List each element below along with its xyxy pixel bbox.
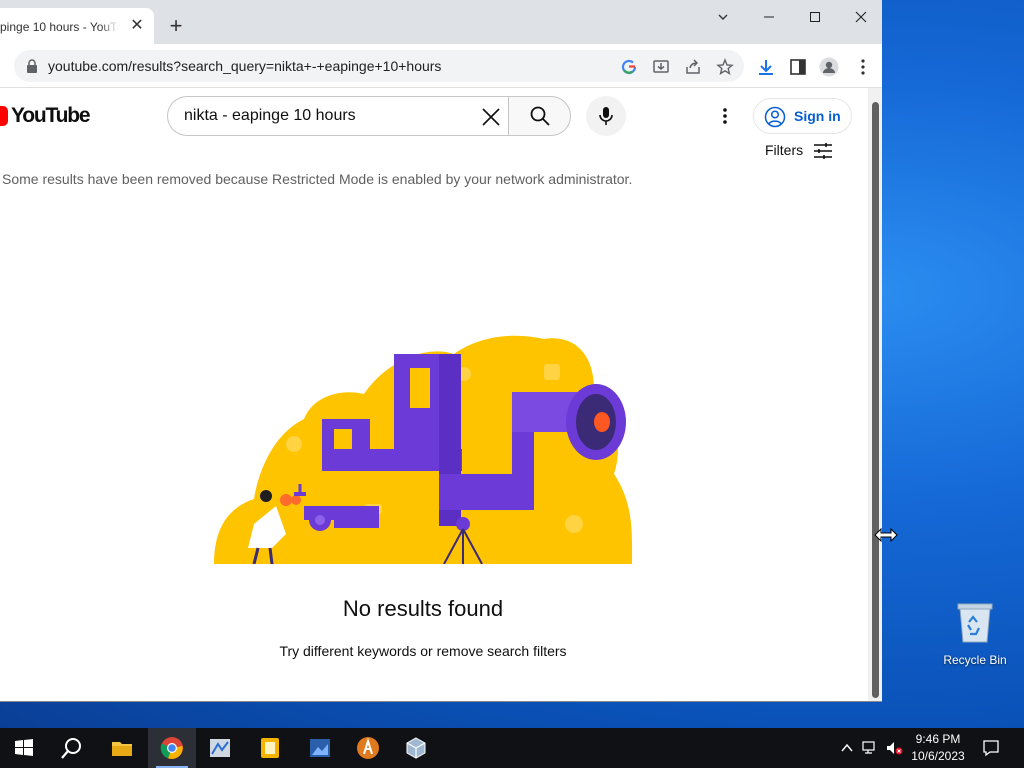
clock-time: 9:46 PM xyxy=(915,732,961,746)
resize-cursor-icon xyxy=(874,528,898,542)
taskbar: 9:46 PM 10/6/2023 xyxy=(0,728,1024,768)
account-circle-icon xyxy=(764,106,786,128)
start-button[interactable] xyxy=(0,728,48,768)
minimize-icon xyxy=(764,16,774,18)
filters-icon[interactable] xyxy=(812,140,834,162)
search-query: nikta - eapinge 10 hours xyxy=(184,107,356,124)
taskbar-app-3[interactable] xyxy=(246,728,294,768)
install-app-icon[interactable] xyxy=(652,58,670,76)
maximize-button[interactable] xyxy=(800,6,830,30)
close-tab-icon[interactable]: ✕ xyxy=(128,17,146,35)
downloads-icon[interactable] xyxy=(756,57,776,77)
address-url: youtube.com/results?search_query=nikta+-… xyxy=(48,58,442,74)
clock-date: 10/6/2023 xyxy=(911,749,965,763)
no-results-title: No results found xyxy=(342,596,504,621)
restricted-mode-notice: Some results have been removed because R… xyxy=(2,171,633,187)
no-results-illustration xyxy=(214,335,633,564)
network-icon[interactable] xyxy=(862,740,880,756)
taskbar-app-6[interactable] xyxy=(392,728,440,768)
tab-strip: pinge 10 hours - YouTube ✕ + xyxy=(0,0,882,44)
taskbar-app-4[interactable] xyxy=(296,728,344,768)
chrome-icon xyxy=(160,737,183,759)
close-window-button[interactable] xyxy=(846,6,876,30)
browser-window: pinge 10 hours - YouTube ✕ + youtube.com… xyxy=(0,0,882,702)
tab-title: pinge 10 hours - YouTube xyxy=(0,20,118,34)
youtube-page: YouTube nikta - eapinge 10 hours Sign in… xyxy=(0,88,866,701)
maximize-icon xyxy=(810,12,820,22)
show-hidden-icons-icon[interactable] xyxy=(840,741,854,755)
bookmark-star-icon[interactable] xyxy=(716,58,734,76)
profile-icon[interactable] xyxy=(819,57,839,77)
taskbar-clock[interactable]: 9:46 PM 10/6/2023 xyxy=(906,731,970,765)
youtube-logo-text: YouTube xyxy=(11,104,91,127)
minimize-button[interactable] xyxy=(754,6,784,30)
app-icon xyxy=(357,737,379,759)
voice-search-button[interactable] xyxy=(586,96,626,136)
youtube-play-icon xyxy=(0,106,8,126)
sign-in-button[interactable]: Sign in xyxy=(753,98,852,134)
taskbar-search-button[interactable] xyxy=(48,728,96,768)
search-button[interactable] xyxy=(508,96,571,136)
taskbar-app-5[interactable] xyxy=(344,728,392,768)
volume-muted-icon[interactable] xyxy=(885,740,903,756)
search-icon xyxy=(530,106,550,126)
app-icon xyxy=(406,737,426,759)
sign-in-label: Sign in xyxy=(794,108,841,124)
folder-icon xyxy=(112,742,132,756)
browser-toolbar: youtube.com/results?search_query=nikta+-… xyxy=(0,44,882,88)
no-results-hint: Try different keywords or remove search … xyxy=(279,643,567,659)
search-input[interactable]: nikta - eapinge 10 hours xyxy=(167,96,508,136)
youtube-logo[interactable]: YouTube xyxy=(0,104,91,128)
new-tab-button[interactable]: + xyxy=(164,15,188,39)
taskbar-app-2[interactable] xyxy=(196,728,244,768)
search-icon xyxy=(61,738,81,759)
browser-menu-icon[interactable] xyxy=(853,57,873,77)
app-icon xyxy=(310,739,330,757)
microphone-icon xyxy=(599,107,613,125)
notifications-icon[interactable] xyxy=(982,739,1000,757)
scrollbar-thumb[interactable] xyxy=(872,102,879,698)
clear-search-icon[interactable] xyxy=(480,106,502,128)
lock-icon xyxy=(27,59,37,73)
chevron-down-icon xyxy=(718,14,728,20)
app-icon xyxy=(261,738,279,758)
windows-icon xyxy=(15,739,33,756)
taskbar-file-explorer[interactable] xyxy=(98,728,146,768)
browser-tab[interactable]: pinge 10 hours - YouTube ✕ xyxy=(0,8,154,44)
google-lens-icon[interactable] xyxy=(620,58,638,76)
recycle-bin-label: Recycle Bin xyxy=(943,653,1007,667)
tab-search-button[interactable] xyxy=(708,6,738,30)
recycle-bin-icon xyxy=(957,603,993,643)
desktop-icon-recycle-bin[interactable]: Recycle Bin xyxy=(940,600,1010,667)
close-icon xyxy=(855,11,867,23)
share-icon[interactable] xyxy=(684,58,702,76)
app-icon xyxy=(210,739,230,757)
taskbar-chrome[interactable] xyxy=(148,728,196,768)
filters-button[interactable]: Filters xyxy=(765,142,803,158)
side-panel-icon[interactable] xyxy=(788,57,808,77)
page-scrollbar[interactable] xyxy=(868,88,882,701)
address-bar[interactable]: youtube.com/results?search_query=nikta+-… xyxy=(14,50,744,82)
more-options-icon[interactable] xyxy=(715,106,735,126)
